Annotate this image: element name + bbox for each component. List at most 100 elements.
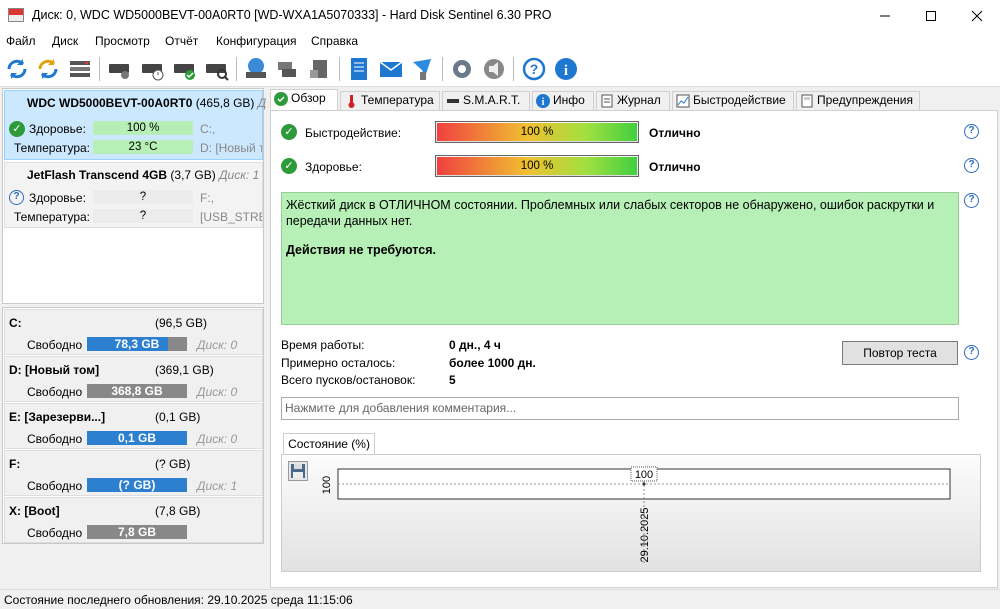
svg-text:i: i (542, 97, 545, 108)
tab-log[interactable]: Журнал (596, 91, 670, 110)
toolbar-separator (99, 57, 100, 81)
status-text: Жёсткий диск в ОТЛИЧНОМ состоянии. Пробл… (286, 198, 935, 228)
menu-config[interactable]: Конфигурация (216, 34, 297, 48)
help-icon[interactable]: ? (964, 193, 979, 208)
tab-label: Быстродействие (693, 93, 786, 107)
log-icon (601, 94, 613, 108)
status-description: Жёсткий диск в ОТЛИЧНОМ состоянии. Пробл… (281, 192, 959, 325)
volume-item[interactable]: X: [Boot] (7,8 GB) Свободно 7,8 GB (4, 497, 263, 543)
free-space-bar: 0,1 GB (87, 431, 187, 445)
tab-temperature[interactable]: Температура (340, 91, 440, 110)
gear-icon[interactable] (449, 56, 475, 82)
volume-item[interactable]: E: [Зарезерви...] (0,1 GB) Свободно 0,1 … (4, 403, 263, 449)
volume-size: (0,1 GB) (155, 410, 201, 424)
tab-info[interactable]: i Инфо (532, 91, 594, 110)
svg-text:?: ? (530, 61, 539, 77)
tab-health-history[interactable]: Состояние (%) (283, 433, 375, 455)
document-icon (801, 94, 813, 108)
minimize-button[interactable] (862, 0, 908, 31)
info-icon[interactable]: i (553, 56, 579, 82)
retest-button[interactable]: Повтор теста (842, 341, 958, 365)
temperature-label: Температура: (14, 141, 91, 155)
refresh-icon[interactable] (4, 56, 30, 82)
unknown-status-icon: ? (9, 190, 24, 205)
tab-performance[interactable]: Быстродействие (672, 91, 794, 110)
tab-label: Предупреждения (817, 93, 913, 107)
toolbar-separator (442, 57, 443, 81)
free-label: Свободно (27, 385, 83, 399)
help-icon[interactable]: ? (964, 124, 979, 139)
smart-icon (447, 99, 459, 103)
overview-panel: ✓ Быстродействие: 100 % Отлично ? ✓ Здор… (270, 110, 998, 588)
menu-report[interactable]: Отчёт (165, 34, 198, 48)
health-bar: 100 % (435, 155, 639, 177)
temperature-value: ? (93, 209, 193, 223)
menu-help[interactable]: Справка (311, 34, 358, 48)
external-disk-icon[interactable] (307, 56, 333, 82)
disk-check-icon[interactable] (172, 56, 198, 82)
partition-list: C:, (200, 122, 216, 136)
report-icon[interactable] (346, 56, 372, 82)
comment-field[interactable]: Нажмите для добавления комментария... (281, 397, 959, 420)
volume-item[interactable]: C: (96,5 GB) Свободно 78,3 GB Диск: 0 (4, 309, 263, 355)
free-label: Свободно (27, 526, 83, 540)
disk-search-icon[interactable] (204, 56, 230, 82)
disk-name: WDC WD5000BEVT-00A0RT0 (465,8 GB) Д (27, 96, 267, 110)
partition-list: F:, (200, 191, 214, 205)
free-space-bar: 78,3 GB (87, 337, 187, 351)
health-status: Отлично (649, 160, 701, 174)
uptime-label: Время работы: (281, 338, 365, 352)
volume-name: E: [Зарезерви...] (9, 410, 106, 424)
disk-clock-icon[interactable] (140, 56, 166, 82)
health-ok-icon: ✓ (281, 158, 297, 174)
help-icon[interactable]: ? (964, 345, 979, 360)
network-disk-icon[interactable] (243, 56, 269, 82)
menu-file[interactable]: Файл (6, 34, 36, 48)
volume-item[interactable]: D: [Новый том] (369,1 GB) Свободно 368,8… (4, 356, 263, 402)
menu-view[interactable]: Просмотр (95, 34, 150, 48)
sound-icon[interactable] (481, 56, 507, 82)
window-title: Диск: 0, WDC WD5000BEVT-00A0RT0 [WD-WXA1… (32, 8, 552, 22)
menu-disk[interactable]: Диск (52, 34, 78, 48)
disk-item-0[interactable]: WDC WD5000BEVT-00A0RT0 (465,8 GB) Д ✓ Зд… (4, 90, 267, 160)
info-icon: i (536, 94, 550, 108)
status-bar-text: Состояние последнего обновления: 29.10.2… (4, 593, 353, 607)
volume-size: (369,1 GB) (155, 363, 214, 377)
tab-label: Журнал (617, 93, 661, 107)
maximize-icon (926, 11, 936, 21)
send-report-icon[interactable] (410, 56, 436, 82)
help-icon[interactable]: ? (964, 158, 979, 173)
partition-list: [USB_STREL (200, 210, 262, 224)
volume-name: X: [Boot] (9, 504, 60, 518)
performance-value: 100 % (520, 126, 554, 138)
disk-list-icon[interactable] (67, 56, 93, 82)
disk-details-icon[interactable] (107, 56, 133, 82)
volume-disk: Диск: 0 (197, 432, 238, 446)
email-icon[interactable] (378, 56, 404, 82)
refresh-all-icon[interactable] (35, 56, 61, 82)
free-space-bar: (? GB) (87, 478, 187, 492)
tab-overview[interactable]: Обзор (270, 89, 338, 111)
volume-size: (96,5 GB) (155, 316, 208, 330)
title-bar: Диск: 0, WDC WD5000BEVT-00A0RT0 [WD-WXA1… (0, 0, 1000, 31)
tab-alerts[interactable]: Предупреждения (796, 91, 920, 110)
volume-item[interactable]: F: (? GB) Свободно (? GB) Диск: 1 (4, 450, 263, 496)
help-icon[interactable]: ? (521, 56, 547, 82)
partition-list: D: [Новый т (200, 141, 262, 155)
disk-item-1[interactable]: JetFlash Transcend 4GB (3,7 GB) Диск: 1 … (4, 162, 263, 228)
close-icon (971, 10, 983, 22)
toolbar-separator (339, 57, 340, 81)
volume-name: F: (9, 457, 21, 471)
free-label: Свободно (27, 432, 83, 446)
cloud-disk-icon[interactable] (275, 56, 301, 82)
data-label: 100 (635, 469, 653, 481)
performance-label: Быстродействие: (305, 126, 402, 140)
chart-icon (676, 94, 690, 108)
maximize-button[interactable] (908, 0, 954, 31)
close-button[interactable] (954, 0, 1000, 31)
health-label: Здоровье: (29, 122, 86, 136)
data-point (642, 482, 646, 486)
tab-label: S.M.A.R.T. (463, 93, 521, 107)
tab-smart[interactable]: S.M.A.R.T. (442, 91, 530, 110)
minimize-icon (880, 15, 890, 17)
